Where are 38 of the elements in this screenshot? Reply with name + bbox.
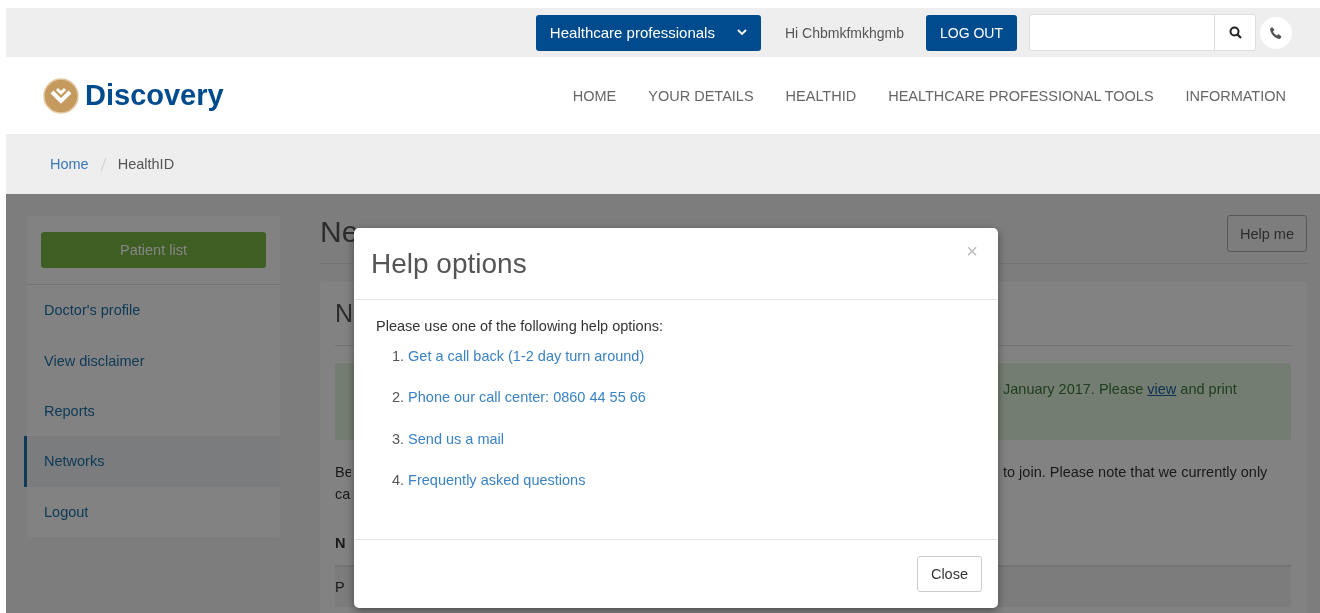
help-option-link[interactable]: Frequently asked questions <box>408 471 586 514</box>
view-link[interactable]: view <box>1147 381 1177 397</box>
nav-link[interactable]: HEALTHCARE PROFESSIONAL TOOLS <box>888 87 1154 104</box>
logout-button[interactable]: LOG OUT <box>926 14 1017 51</box>
nav-link[interactable]: YOUR DETAILS <box>648 87 754 104</box>
phone-button[interactable] <box>1260 16 1292 49</box>
paragraph-text: to join. Please note that we currently only <box>1002 463 1269 482</box>
dialog-intro-text: Please use one of the following help options: <box>376 318 664 334</box>
breadcrumb-item[interactable]: Home <box>50 156 89 172</box>
option-number: 3. <box>392 430 405 449</box>
sidebar-item[interactable]: Logout <box>24 486 280 537</box>
close-dialog-button[interactable]: Close <box>916 556 982 592</box>
chevron-down-icon <box>736 29 747 36</box>
logo-text[interactable]: Discovery <box>85 79 224 112</box>
search-icon <box>1228 26 1242 39</box>
paragraph-text: ca <box>335 485 351 504</box>
option-number: 1. <box>392 348 405 366</box>
sidebar-item[interactable]: Reports <box>24 385 280 437</box>
nav-link[interactable]: HEALTHID <box>785 87 857 104</box>
help-option-link[interactable]: Get a call back (1-2 day turn around) <box>408 348 645 390</box>
greeting-text: Hi Chbmkfmkhgmb <box>784 24 904 41</box>
help-option-link[interactable]: Phone our call center: 0860 44 55 66 <box>408 389 646 431</box>
nav-link[interactable]: INFORMATION <box>1185 87 1286 104</box>
alert-text: January 2017. Please view and print <box>1002 381 1238 399</box>
phone-icon <box>1269 25 1283 40</box>
option-number: 4. <box>392 471 405 490</box>
breadcrumb-item[interactable]: HealthID <box>117 156 175 172</box>
help-option-link[interactable]: Send us a mail <box>408 430 504 472</box>
sidebar-item[interactable]: Doctor's profile <box>24 284 280 336</box>
sidebar-item[interactable]: View disclaimer <box>24 335 280 386</box>
option-number: 2. <box>392 389 405 408</box>
search-field[interactable] <box>1029 14 1256 51</box>
nav-link[interactable]: HOME <box>572 87 617 104</box>
audience-dropdown[interactable]: Healthcare professionals <box>535 14 761 51</box>
logo-icon <box>43 77 79 114</box>
dialog-title: Help options <box>371 248 527 280</box>
help-me-button[interactable]: Help me <box>1227 215 1307 252</box>
sidebar-item[interactable]: Networks <box>24 436 280 487</box>
